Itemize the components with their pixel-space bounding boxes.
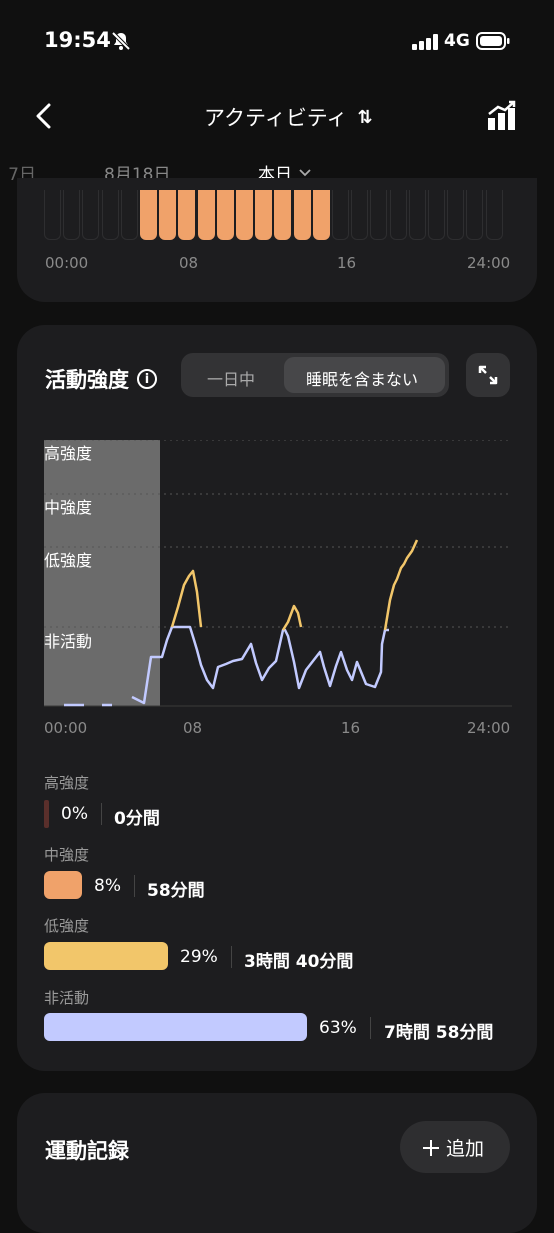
- toggle-exclude-sleep[interactable]: 睡眠を含まない: [306, 366, 418, 390]
- hour-bar: [293, 190, 311, 240]
- add-record-text: 追加: [446, 1138, 485, 1160]
- axis-tick: 08: [179, 254, 199, 272]
- hour-bar: [447, 190, 465, 240]
- hour-bar: [159, 190, 177, 240]
- status-time: 19:54: [44, 28, 111, 52]
- toggle-all-day[interactable]: 一日中: [207, 366, 255, 390]
- add-record-label[interactable]: 追加: [422, 1134, 484, 1161]
- bell-muted-icon: [111, 31, 131, 51]
- axis-tick: 24:00: [467, 254, 511, 272]
- legend-pct-medium: 8%: [94, 876, 121, 896]
- hour-bar: [236, 190, 253, 240]
- hour-bar: [63, 190, 81, 240]
- expand-icon[interactable]: [466, 353, 510, 397]
- inactive-series-line: [131, 625, 389, 705]
- signal-icon: [412, 34, 438, 50]
- y-label-high: 高強度: [44, 444, 92, 463]
- battery-icon: [476, 32, 510, 50]
- low-series-line: [383, 539, 419, 631]
- hour-bar: [101, 190, 119, 240]
- x-tick: 08: [183, 719, 203, 737]
- chevron-down-icon: [299, 168, 311, 176]
- page-title-text: アクティビティ: [204, 106, 348, 130]
- hour-bar: [140, 190, 157, 240]
- hour-bar: [370, 190, 388, 240]
- y-label-medium: 中強度: [44, 498, 92, 517]
- legend-label-high: 高強度: [44, 774, 90, 792]
- y-label-inactive: 非活動: [44, 632, 92, 651]
- legend-label-medium: 中強度: [44, 846, 90, 864]
- legend-duration-low: 3時間 40分間: [244, 952, 354, 972]
- hour-bar: [428, 190, 445, 240]
- y-label-low: 低強度: [44, 551, 92, 570]
- bar-chart-icon[interactable]: [486, 100, 518, 132]
- steps-bar-chart: [44, 190, 510, 240]
- hour-bar: [255, 190, 273, 240]
- legend-label-low: 低強度: [44, 917, 90, 935]
- hour-bar: [312, 190, 330, 240]
- hour-bar: [408, 190, 426, 240]
- back-icon[interactable]: [32, 102, 56, 130]
- legend-duration-inactive: 7時間 58分間: [384, 1023, 494, 1043]
- hour-bar: [351, 190, 369, 240]
- activity-line-chart: 高強度 中強度 低強度 非活動: [44, 440, 512, 707]
- hour-bar: [120, 190, 138, 240]
- hour-bar: [485, 190, 503, 240]
- legend-separator: [231, 946, 232, 968]
- hour-bar: [466, 190, 484, 240]
- legend-separator: [134, 875, 135, 897]
- hour-bar: [197, 190, 215, 240]
- legend-pct-low: 29%: [180, 947, 218, 967]
- legend-separator: [370, 1017, 371, 1039]
- legend-separator: [101, 803, 102, 825]
- hour-bar: [332, 190, 349, 240]
- x-tick: 24:00: [467, 719, 511, 737]
- x-tick: 00:00: [44, 719, 88, 737]
- legend-bar-inactive: [44, 1013, 307, 1041]
- low-series-line: [170, 569, 203, 628]
- plus-icon: [423, 1139, 439, 1156]
- hour-bar: [216, 190, 234, 240]
- hour-bar: [389, 190, 407, 240]
- section-title: 活動強度 i: [45, 364, 157, 394]
- records-title: 運動記録: [45, 1139, 129, 1163]
- legend-label-inactive: 非活動: [44, 989, 90, 1007]
- page-title: アクティビティ ⇅: [204, 102, 373, 132]
- legend-duration-medium: 58分間: [147, 881, 205, 901]
- axis-tick: 16: [337, 254, 357, 272]
- low-series-line: [281, 604, 303, 631]
- hour-bar: [178, 190, 196, 240]
- axis-tick: 00:00: [45, 254, 89, 272]
- legend-pct-high: 0%: [61, 804, 88, 824]
- steps-card: 00:00 08 16 24:00: [17, 178, 537, 302]
- legend-bar-high: [44, 800, 49, 828]
- legend-bar-low: [44, 942, 168, 970]
- swap-arrows-icon[interactable]: ⇅: [357, 107, 372, 128]
- legend-duration-high: 0分間: [114, 809, 160, 829]
- hour-bar: [82, 190, 100, 240]
- x-tick: 16: [341, 719, 361, 737]
- legend-pct-inactive: 63%: [319, 1018, 357, 1038]
- hour-bar: [44, 190, 61, 240]
- section-title-text: 活動強度: [45, 368, 129, 392]
- legend-bar-medium: [44, 871, 82, 899]
- network-type: 4G: [444, 31, 470, 51]
- hour-bar: [274, 190, 292, 240]
- sleep-shade: [44, 440, 160, 706]
- info-icon[interactable]: i: [137, 369, 157, 389]
